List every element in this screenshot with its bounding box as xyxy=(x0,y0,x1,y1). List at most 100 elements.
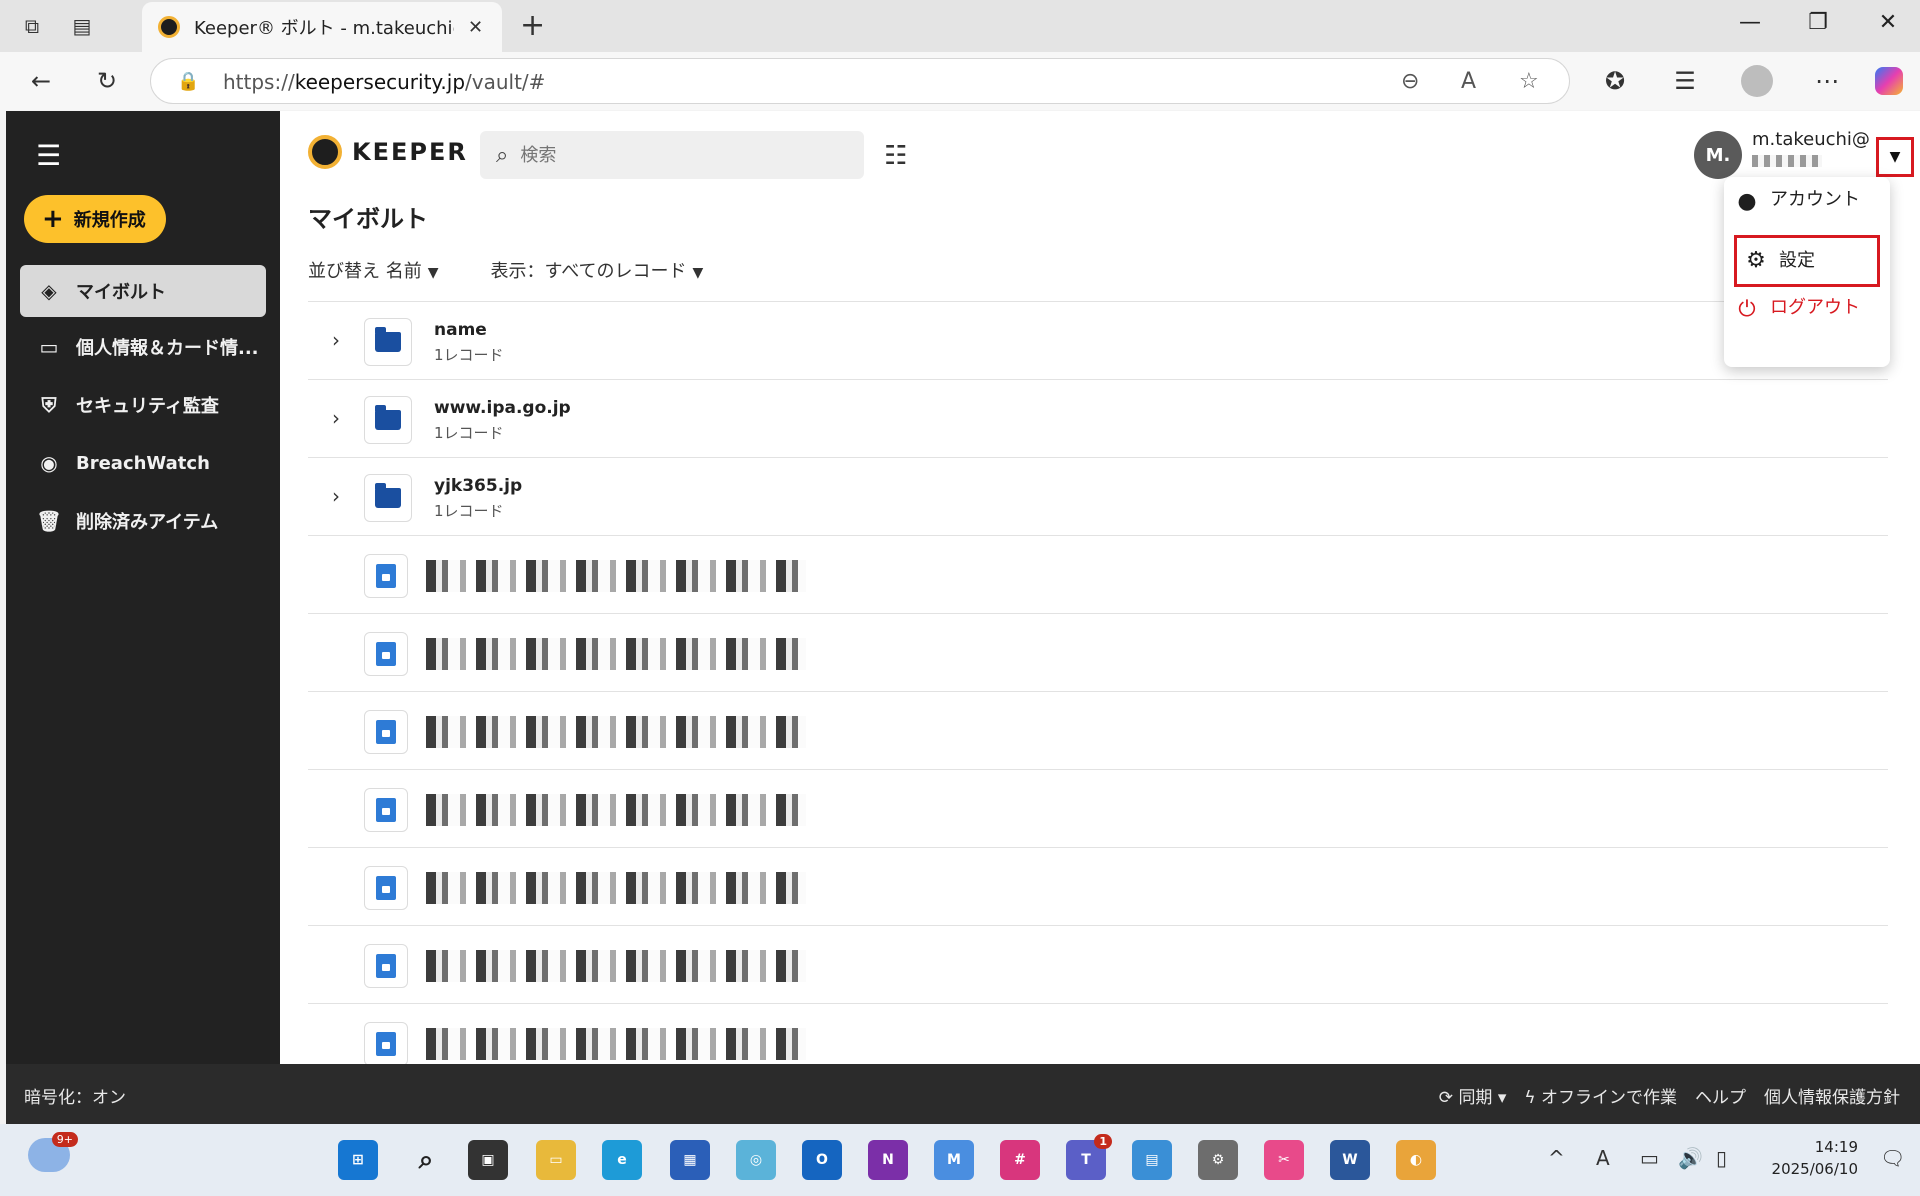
volume-icon[interactable]: 🔊 xyxy=(1678,1146,1703,1170)
plus-icon: + xyxy=(42,204,64,234)
chevron-right-icon[interactable]: › xyxy=(332,328,340,352)
refresh-icon[interactable]: ↻ xyxy=(90,64,124,98)
help-link[interactable]: ヘルプ xyxy=(1695,1083,1746,1108)
search-input[interactable] xyxy=(520,144,841,166)
browser-tab-keeper[interactable]: Keeper® ボルト - m.takeuchi@ ✕ xyxy=(142,2,502,52)
more-icon[interactable]: ⋯ xyxy=(1810,64,1844,98)
tab-title: Keeper® ボルト - m.takeuchi@ xyxy=(194,18,454,39)
search-taskbar-icon[interactable]: ⌕ xyxy=(406,1140,446,1180)
sidebar-item-security-audit[interactable]: ⛨ セキュリティ監査 xyxy=(20,379,266,431)
file-explorer-icon[interactable]: ▭ xyxy=(536,1140,576,1180)
snipping-tool-icon[interactable]: ✂ xyxy=(1264,1140,1304,1180)
ime-icon[interactable]: A xyxy=(1596,1146,1610,1170)
weather-widget-icon[interactable]: 9+ xyxy=(28,1132,78,1172)
minimize-icon[interactable]: — xyxy=(1730,10,1770,35)
menu-item-label: ログアウト xyxy=(1770,297,1860,318)
sidebar-item-identity-cards[interactable]: ▭ 個人情報＆カード情... xyxy=(20,321,266,373)
folder-row[interactable]: › name 1レコード xyxy=(308,301,1888,379)
new-item-button[interactable]: + 新規作成 xyxy=(24,195,166,243)
network-icon[interactable]: ▭ xyxy=(1640,1146,1659,1170)
sort-dropdown[interactable]: 並び替え 名前 ▼ xyxy=(308,257,439,283)
keeper-logo: KEEPER xyxy=(308,135,468,169)
address-bar[interactable]: 🔒 https://keepersecurity.jp/vault/# ⊖ A … xyxy=(150,58,1570,104)
user-dropdown-caret-icon[interactable]: ▼ xyxy=(1876,137,1914,177)
notification-icon[interactable]: 🗨 xyxy=(1880,1146,1905,1170)
redacted-record-title xyxy=(426,950,806,982)
record-row[interactable] xyxy=(308,769,1888,847)
record-row[interactable] xyxy=(308,847,1888,925)
page-title: マイボルト xyxy=(308,205,428,233)
new-item-label: 新規作成 xyxy=(73,210,146,231)
redacted-record-title xyxy=(426,560,806,592)
privacy-link[interactable]: 個人情報保護方針 xyxy=(1764,1083,1900,1108)
folder-name: yjk365.jp xyxy=(434,476,523,496)
restore-icon[interactable]: ❐ xyxy=(1798,10,1838,35)
url-prefix: https:// xyxy=(223,70,295,94)
chevron-right-icon[interactable]: › xyxy=(332,406,340,430)
filter-sliders-icon[interactable]: ☷ xyxy=(884,141,907,171)
edge-icon[interactable]: e xyxy=(602,1140,642,1180)
folder-row[interactable]: › www.ipa.go.jp 1レコード xyxy=(308,379,1888,457)
new-tab-icon[interactable]: + xyxy=(520,8,545,43)
store-icon[interactable]: ▦ xyxy=(670,1140,710,1180)
tray-chevron-icon[interactable]: ^ xyxy=(1548,1146,1565,1170)
start-icon[interactable]: ⊞ xyxy=(338,1140,378,1180)
back-icon[interactable]: ← xyxy=(24,64,58,98)
search-icon: ⌕ xyxy=(496,142,509,168)
battery-icon[interactable]: ▯ xyxy=(1716,1146,1727,1170)
extensions-icon[interactable]: ✪ xyxy=(1598,64,1632,98)
folder-row[interactable]: › yjk365.jp 1レコード xyxy=(308,457,1888,535)
remote-desktop-icon[interactable]: ▤ xyxy=(1132,1140,1172,1180)
app-icon[interactable]: ◎ xyxy=(736,1140,776,1180)
task-view-icon[interactable]: ▣ xyxy=(468,1140,508,1180)
menu-item-logout[interactable]: ⏻ ログアウト xyxy=(1734,297,1880,323)
folder-count: 1レコード xyxy=(434,346,504,364)
folder-count: 1レコード xyxy=(434,502,504,520)
offline-button[interactable]: ϟ オフラインで作業 xyxy=(1524,1083,1677,1108)
copilot-icon[interactable] xyxy=(1872,64,1906,98)
menu-item-account[interactable]: ● アカウント xyxy=(1734,189,1880,215)
read-aloud-icon[interactable]: A xyxy=(1461,69,1476,94)
chevron-down-icon: ▼ xyxy=(427,265,439,281)
folder-count: 1レコード xyxy=(434,424,504,442)
hamburger-menu-icon[interactable]: ☰ xyxy=(36,139,61,172)
workspaces-icon[interactable]: ⧉ xyxy=(18,12,46,40)
slack-icon[interactable]: # xyxy=(1000,1140,1040,1180)
status-bar: 暗号化：オン ⟳ 同期 ▾ ϟ オフラインで作業 ヘルプ 個人情報保護方針 xyxy=(6,1064,1920,1124)
teams-icon[interactable]: T1 xyxy=(1066,1134,1112,1180)
favorites-icon[interactable]: ☰ xyxy=(1668,64,1702,98)
record-icon xyxy=(364,866,408,910)
url-host: keepersecurity.jp xyxy=(294,70,466,94)
menu-item-settings[interactable]: ⚙ 設定 xyxy=(1734,235,1880,287)
sidebar-item-label: BreachWatch xyxy=(76,452,210,474)
onenote-icon[interactable]: N xyxy=(868,1140,908,1180)
record-row[interactable] xyxy=(308,535,1888,613)
clock[interactable]: 14:19 2025/06/10 xyxy=(1772,1136,1858,1180)
sidebar-item-breachwatch[interactable]: ◉ BreachWatch xyxy=(20,437,266,489)
outlook-icon[interactable]: O xyxy=(802,1140,842,1180)
trash-icon: 🗑 xyxy=(36,509,62,533)
sync-button[interactable]: ⟳ 同期 ▾ xyxy=(1439,1083,1507,1108)
sidebar-item-my-vault[interactable]: ◈ マイボルト xyxy=(20,265,266,317)
view-dropdown[interactable]: 表示：すべてのレコード ▼ xyxy=(491,257,704,283)
close-tab-icon[interactable]: ✕ xyxy=(468,17,483,38)
word-icon[interactable]: W xyxy=(1330,1140,1370,1180)
m365-icon[interactable]: M xyxy=(934,1140,974,1180)
search-box[interactable]: ⌕ xyxy=(480,131,864,179)
zoom-icon[interactable]: ⊖ xyxy=(1401,69,1419,94)
favorite-star-icon[interactable]: ☆ xyxy=(1519,69,1539,94)
record-row[interactable] xyxy=(308,613,1888,691)
sidebar-item-deleted[interactable]: 🗑 削除済みアイテム xyxy=(20,495,266,547)
tab-actions-icon[interactable]: ▤ xyxy=(68,12,96,40)
record-row[interactable] xyxy=(308,691,1888,769)
record-row[interactable] xyxy=(308,925,1888,1003)
menu-item-label: 設定 xyxy=(1779,250,1815,271)
sidebar-item-label: セキュリティ監査 xyxy=(76,396,219,417)
settings-app-icon[interactable]: ⚙ xyxy=(1198,1140,1238,1180)
profile-icon[interactable] xyxy=(1740,64,1774,98)
chrome-icon[interactable]: ◐ xyxy=(1396,1140,1436,1180)
sidebar: ☰ + 新規作成 ◈ マイボルト ▭ 個人情報＆カード情... ⛨ セキュリティ… xyxy=(6,111,280,1064)
breachwatch-icon: ◉ xyxy=(40,451,58,475)
chevron-right-icon[interactable]: › xyxy=(332,484,340,508)
close-window-icon[interactable]: ✕ xyxy=(1868,10,1908,35)
